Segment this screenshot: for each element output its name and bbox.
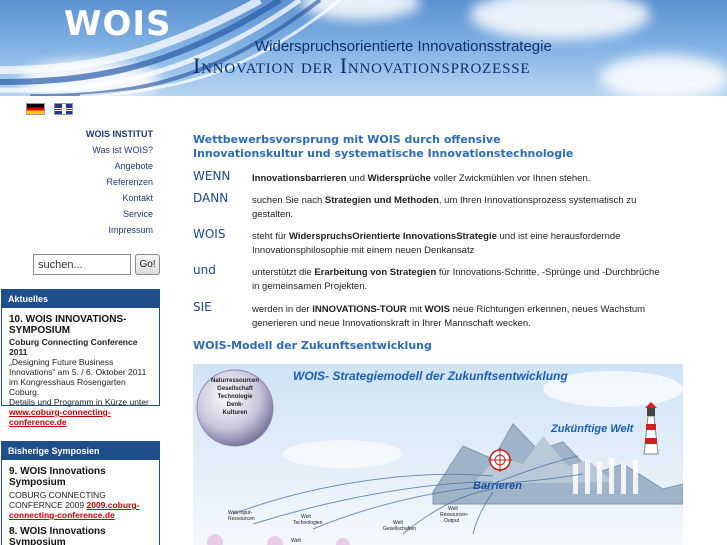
nav-item-wois-institut[interactable]: WOIS INSTITUT	[86, 126, 153, 142]
news-heading: Aktuelles	[2, 290, 159, 308]
news-subtitle: Coburg Connecting Conference 2011	[9, 337, 138, 357]
figure-cloud	[283, 440, 403, 468]
row-bold: Innovationsbarrieren	[252, 173, 347, 184]
main-navigation: WOIS INSTITUT Was ist WOIS? Angebote Ref…	[86, 126, 153, 238]
main-content: Wettbewerbsvorsprung mit WOIS durch offe…	[163, 96, 727, 545]
statement-row-wenn: WENN Innovationsbarrieren und Widersprüc…	[193, 169, 693, 192]
header-headline: Innovation der Innovationsprozesse	[193, 53, 531, 78]
search-input[interactable]	[33, 254, 131, 275]
figure-title: WOIS- Strategiemodell der Zukunftsentwic…	[293, 369, 568, 383]
nav-item-referenzen[interactable]: Referenzen	[86, 174, 153, 190]
english-flag-icon[interactable]	[54, 103, 73, 115]
barriers-label: Barrieren	[473, 480, 522, 492]
strategy-model-graphic: Naturressourcen Gesellschaft Technologie…	[193, 364, 683, 545]
past-symposia-box: Bisherige Symposien 9. WOIS Innovations …	[1, 441, 160, 545]
row-text: unterstützt die	[252, 267, 315, 278]
row-text: suchen Sie nach	[252, 195, 325, 206]
model-section-title: WOIS-Modell der Zukunftsentwicklung	[193, 339, 432, 352]
past-heading: Bisherige Symposien	[2, 442, 159, 460]
statement-row-wois: WOIS steht für WiderspruchsOrientierte I…	[193, 227, 693, 260]
row-bold: Widersprüche	[367, 173, 431, 184]
row-keyword: WOIS	[193, 227, 226, 241]
past-entry-title: 9. WOIS Innovations Symposium	[9, 466, 106, 488]
news-details: Details und Programm in Kürze unter	[9, 397, 149, 407]
nav-item-impressum[interactable]: Impressum	[86, 222, 153, 238]
nav-item-angebote[interactable]: Angebote	[86, 158, 153, 174]
nav-item-kontakt[interactable]: Kontakt	[86, 190, 153, 206]
globe-label: Kulturen	[223, 410, 248, 416]
past-entry-text: COBURG CONNECTING CONFERNCE 2009 2009.co…	[9, 490, 152, 520]
statement-row-sie: SIE werden in der INNOVATIONS-TOUR mit W…	[193, 300, 693, 333]
row-keyword: SIE	[193, 300, 212, 314]
news-title: 10. WOIS INNOVATIONS-SYMPOSIUM	[9, 314, 127, 336]
statement-row-und: und unterstützt die Erarbeitung von Stra…	[193, 263, 693, 296]
row-bold: Strategien und Methoden	[324, 195, 439, 206]
row-text: voller Zwickmühlen vor Ihnen stehen.	[430, 173, 591, 184]
nav-item-was-ist-wois[interactable]: Was ist WOIS?	[86, 142, 153, 158]
row-bold: WiderspruchsOrientierte InnovationsStrat…	[288, 231, 497, 242]
world-label: Welt	[291, 538, 302, 544]
news-box: Aktuelles 10. WOIS INNOVATIONS-SYMPOSIUM…	[1, 289, 160, 427]
row-bold: Erarbeitung von Strategien	[314, 267, 437, 278]
strategy-model-figure: Naturressourcen Gesellschaft Technologie…	[193, 364, 683, 545]
globe-label: Technologie	[218, 394, 254, 400]
past-entry-title: 8. WOIS Innovations Symposium	[9, 526, 106, 545]
row-bold: INNOVATIONS-TOUR	[312, 304, 407, 315]
input-resources-label: Welt Input-Ressourcen	[228, 510, 255, 522]
left-sidebar: WOIS INSTITUT Was ist WOIS? Angebote Ref…	[0, 96, 163, 545]
row-keyword: und	[193, 263, 216, 277]
row-text: und	[346, 173, 368, 184]
main-headline: Wettbewerbsvorsprung mit WOIS durch offe…	[193, 133, 574, 160]
globe-label: Gesellschaft	[217, 386, 253, 392]
globe-label: Denk-	[227, 402, 244, 408]
header-banner: WOIS Widerspruchsorientierte Innovations…	[0, 0, 727, 96]
row-text: steht für	[252, 231, 289, 242]
german-flag-icon[interactable]	[26, 103, 45, 115]
row-text: mit	[406, 304, 425, 315]
row-keyword: DANN	[193, 191, 229, 205]
row-bold: WOIS	[424, 304, 450, 315]
row-keyword: WENN	[193, 169, 231, 183]
globe-label: Naturressourcen	[211, 378, 259, 384]
nav-item-service[interactable]: Service	[86, 206, 153, 222]
brand-logo[interactable]: WOIS	[64, 4, 172, 44]
future-world-label: Zukünftige Welt	[550, 423, 635, 435]
news-text: „Designing Future Business Innovations“ …	[9, 357, 147, 397]
statement-row-dann: DANN suchen Sie nach Strategien und Meth…	[193, 191, 693, 224]
news-link[interactable]: www.coburg-connecting-conference.de	[9, 407, 152, 427]
search-go-button[interactable]: Go!	[135, 254, 160, 275]
row-text: werden in der	[252, 304, 313, 315]
